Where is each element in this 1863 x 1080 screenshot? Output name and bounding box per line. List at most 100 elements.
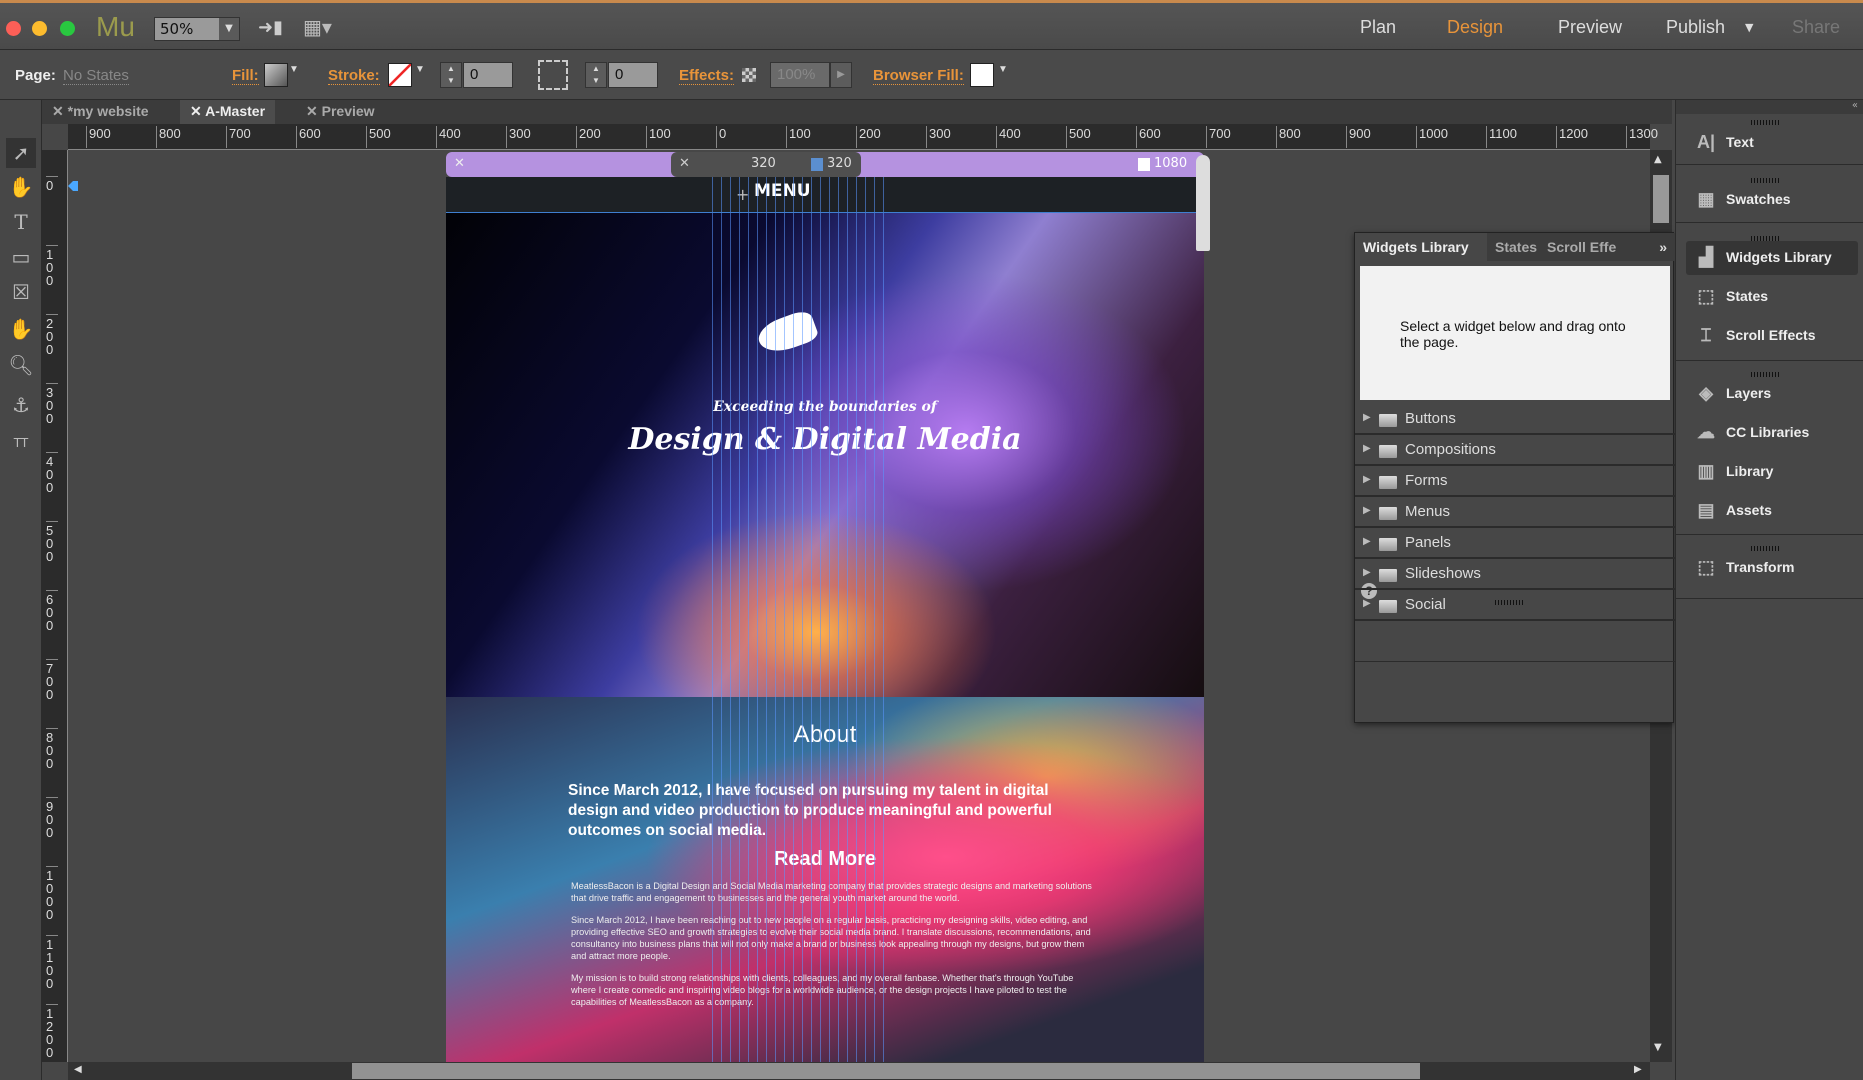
image-frame-tool-icon[interactable]: ☒ bbox=[6, 277, 36, 307]
opacity-arrow-icon[interactable]: ▶ bbox=[830, 62, 852, 88]
tab-my-website[interactable]: ✕ *my website bbox=[42, 100, 159, 124]
panel-label: Scroll Effects bbox=[1726, 327, 1816, 343]
expand-triangle-icon[interactable]: ▶ bbox=[1363, 505, 1371, 516]
fill-swatch[interactable] bbox=[264, 63, 288, 87]
remove-breakpoint-icon[interactable]: ✕ bbox=[679, 156, 690, 171]
share-button[interactable]: Share bbox=[1792, 17, 1840, 38]
browser-fill-swatch[interactable] bbox=[970, 63, 994, 87]
anchor-tool-icon[interactable]: ⚓ bbox=[6, 390, 36, 420]
panel-swatches[interactable]: ▦ Swatches bbox=[1686, 183, 1858, 217]
expand-triangle-icon[interactable]: ▶ bbox=[1363, 598, 1371, 609]
expand-triangle-icon[interactable]: ▶ bbox=[1363, 474, 1371, 485]
about-title[interactable]: About bbox=[446, 721, 1204, 749]
hero-tagline[interactable]: Exceeding the boundaries of bbox=[446, 399, 1204, 415]
tab-a-master[interactable]: ✕ A-Master bbox=[180, 100, 276, 124]
page-height-handle[interactable] bbox=[1196, 155, 1210, 251]
widget-category-forms[interactable]: ▶ Forms bbox=[1355, 466, 1675, 497]
expand-triangle-icon[interactable]: ▶ bbox=[1363, 567, 1371, 578]
panel-group-grip[interactable] bbox=[1751, 120, 1779, 125]
collapse-panels-icon[interactable]: « bbox=[1676, 100, 1863, 114]
tab-preview[interactable]: ✕ Preview bbox=[296, 100, 385, 124]
text-tool-icon[interactable]: T bbox=[6, 207, 36, 237]
stroke-dropdown-icon[interactable]: ▼ bbox=[415, 64, 425, 75]
panel-transform[interactable]: ⬚ Transform bbox=[1686, 551, 1858, 585]
scroll-right-icon[interactable]: ▶ bbox=[1634, 1064, 1642, 1075]
vertical-scroll-thumb[interactable] bbox=[1653, 175, 1669, 223]
stroke-width-stepper[interactable]: ▲ ▼ bbox=[440, 62, 462, 88]
preview-tab[interactable]: Preview bbox=[1558, 17, 1622, 38]
fill-label[interactable]: Fill: bbox=[232, 67, 259, 85]
close-tab-icon[interactable]: ✕ bbox=[52, 103, 68, 119]
expand-triangle-icon[interactable]: ▶ bbox=[1363, 536, 1371, 547]
panel-cc-libraries[interactable]: ☁ CC Libraries bbox=[1686, 416, 1858, 450]
effects-icon[interactable] bbox=[742, 68, 756, 82]
plan-tab[interactable]: Plan bbox=[1360, 17, 1396, 38]
panel-assets[interactable]: ▤ Assets bbox=[1686, 494, 1858, 528]
opacity-input[interactable]: 100% bbox=[770, 62, 830, 88]
hero-headline[interactable]: Design & Digital Media bbox=[446, 422, 1204, 457]
page-export-icon[interactable]: ➜▮ bbox=[258, 17, 283, 38]
browser-fill-dropdown-icon[interactable]: ▼ bbox=[998, 64, 1008, 75]
tab-widgets-library[interactable]: Widgets Library bbox=[1355, 233, 1487, 261]
minimize-window-button[interactable] bbox=[32, 21, 47, 36]
horizontal-scrollbar[interactable]: ◀ ▶ bbox=[68, 1062, 1650, 1080]
panel-menu-icon[interactable]: » bbox=[1619, 233, 1675, 261]
widget-category-menus[interactable]: ▶ Menus bbox=[1355, 497, 1675, 528]
breakpoint-bar[interactable]: ✕ ✕ 320 320 1080 bbox=[446, 152, 1204, 177]
expand-triangle-icon[interactable]: ▶ bbox=[1363, 412, 1371, 423]
breakpoint-close-icon[interactable]: ✕ bbox=[454, 156, 465, 171]
scroll-down-icon[interactable]: ▼ bbox=[1654, 1042, 1662, 1053]
widget-category-buttons[interactable]: ▶ Buttons bbox=[1355, 404, 1675, 435]
corner-radius-icon bbox=[538, 60, 568, 90]
menu-button[interactable]: MENU bbox=[754, 181, 811, 201]
about-body[interactable]: MeatlessBacon is a Digital Design and So… bbox=[571, 880, 1099, 1008]
tab-scroll-effects[interactable]: Scroll Effe bbox=[1539, 233, 1619, 261]
widget-hint: Select a widget below and drag onto the … bbox=[1400, 318, 1626, 350]
fill-dropdown-icon[interactable]: ▼ bbox=[289, 64, 299, 75]
widget-category-social[interactable]: ▶ Social bbox=[1355, 590, 1675, 621]
publish-dropdown-icon[interactable]: ▼ bbox=[1745, 21, 1753, 34]
rectangle-tool-icon[interactable]: ▭ bbox=[6, 242, 36, 272]
panel-scroll-effects[interactable]: ⌶ Scroll Effects bbox=[1686, 319, 1858, 353]
crop-tool-icon[interactable]: ✋ bbox=[6, 172, 36, 202]
panel-text[interactable]: A| Text bbox=[1686, 126, 1858, 160]
widget-category-slideshows[interactable]: ▶ Slideshows bbox=[1355, 559, 1675, 590]
view-options-icon[interactable]: ▦▾ bbox=[303, 15, 332, 39]
design-tab[interactable]: Design bbox=[1447, 17, 1503, 38]
expand-triangle-icon[interactable]: ▶ bbox=[1363, 443, 1371, 454]
panel-layers[interactable]: ◈ Layers bbox=[1686, 377, 1858, 411]
zoom-select[interactable]: 50% ▼ bbox=[154, 17, 240, 41]
publish-button[interactable]: Publish bbox=[1666, 17, 1725, 38]
panel-states[interactable]: ⬚ States bbox=[1686, 280, 1858, 314]
corner-radius-stepper[interactable]: ▲ ▼ bbox=[585, 62, 607, 88]
horizontal-scroll-thumb[interactable] bbox=[352, 1063, 1420, 1079]
guide-marker-icon[interactable] bbox=[68, 181, 78, 191]
scroll-left-icon[interactable]: ◀ bbox=[74, 1064, 82, 1075]
close-tab-icon[interactable]: ✕ bbox=[190, 103, 205, 119]
tab-states[interactable]: States bbox=[1487, 233, 1539, 261]
close-window-button[interactable] bbox=[6, 21, 21, 36]
text-styles-icon[interactable]: TT bbox=[6, 428, 36, 458]
panel-library[interactable]: ▥ Library bbox=[1686, 455, 1858, 489]
stroke-width-input[interactable]: 0 bbox=[463, 62, 513, 88]
corner-radius-input[interactable]: 0 bbox=[608, 62, 658, 88]
panel-widgets-library[interactable]: ▟ Widgets Library bbox=[1686, 241, 1858, 275]
effects-label[interactable]: Effects: bbox=[679, 67, 735, 85]
page-artboard[interactable]: + MENU Exceeding the boundaries of Desig… bbox=[446, 177, 1204, 1062]
about-lead[interactable]: Since March 2012, I have focused on purs… bbox=[568, 781, 1088, 841]
browser-fill-label[interactable]: Browser Fill: bbox=[873, 67, 964, 85]
widget-category-panels[interactable]: ▶ Panels bbox=[1355, 528, 1675, 559]
hand-tool-icon[interactable]: ✋ bbox=[6, 314, 36, 344]
scroll-up-icon[interactable]: ▲ bbox=[1654, 154, 1662, 165]
breakpoint-320[interactable]: ✕ 320 320 bbox=[671, 152, 861, 177]
selection-tool-icon[interactable]: ➚ bbox=[6, 138, 36, 168]
widget-category-compositions[interactable]: ▶ Compositions bbox=[1355, 435, 1675, 466]
stroke-label[interactable]: Stroke: bbox=[328, 67, 380, 85]
about-paragraph: MeatlessBacon is a Digital Design and So… bbox=[571, 881, 1092, 903]
page-state-select[interactable]: No States bbox=[63, 67, 129, 85]
close-tab-icon[interactable]: ✕ bbox=[306, 103, 322, 119]
read-more-button[interactable]: Read More bbox=[446, 848, 1204, 871]
maximize-window-button[interactable] bbox=[60, 21, 75, 36]
stroke-swatch[interactable] bbox=[388, 63, 412, 87]
zoom-tool-icon[interactable]: 🔍︎ bbox=[6, 350, 36, 380]
